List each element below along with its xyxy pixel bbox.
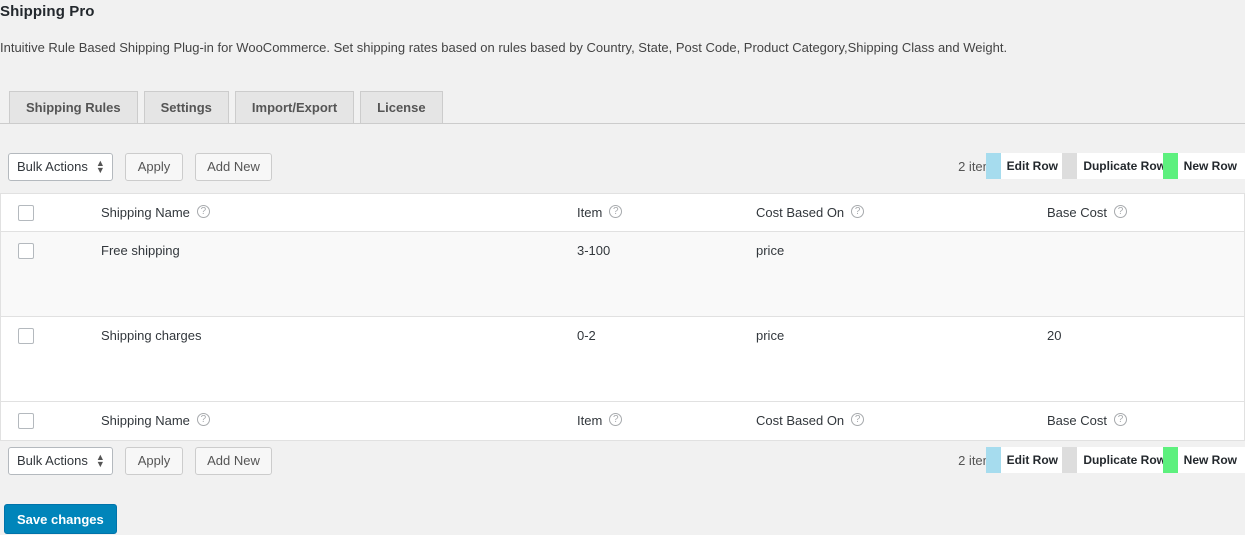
table-row[interactable]: Free shipping 3-100 price	[1, 232, 1244, 317]
duplicate-row-button-bottom[interactable]: Duplicate Row	[1062, 447, 1174, 473]
table-row[interactable]: Shipping charges 0-2 price 20	[1, 317, 1244, 402]
help-icon-cost-based-on[interactable]: ?	[851, 205, 865, 218]
help-icon-item-footer[interactable]: ?	[609, 413, 623, 426]
edit-row-color-swatch	[985, 153, 1001, 179]
cell-cost-based-on: price	[756, 328, 785, 343]
tab-bar: Shipping Rules Settings Import/Export Licen…	[0, 91, 1245, 124]
edit-row-button-bottom[interactable]: Edit Row	[985, 447, 1066, 473]
column-label: Item	[577, 205, 603, 220]
cell-item: 3-100	[577, 243, 611, 258]
duplicate-row-color-swatch	[1062, 447, 1078, 473]
shipping-rules-table: Shipping Name? Item? Cost Based On? Base…	[0, 193, 1245, 441]
column-label: Shipping Name	[101, 413, 190, 428]
shipping-pro-page: Shipping Pro Intuitive Rule Based Shippi…	[0, 0, 1245, 535]
help-icon-item[interactable]: ?	[609, 205, 623, 218]
duplicate-row-color-swatch	[1062, 153, 1078, 179]
column-header-base-cost: Base Cost?	[1047, 205, 1127, 221]
edit-row-color-swatch	[985, 447, 1001, 473]
table-header-row: Shipping Name? Item? Cost Based On? Base…	[1, 194, 1244, 232]
edit-row-label-top: Edit Row	[1006, 159, 1058, 173]
new-row-button-bottom[interactable]: New Row	[1162, 447, 1245, 473]
column-label: Shipping Name	[101, 205, 190, 220]
row-checkbox[interactable]	[18, 243, 34, 259]
cell-shipping-name: Shipping charges	[101, 328, 202, 343]
bulk-actions-label-top: Bulk Actions	[17, 159, 88, 174]
column-footer-item: Item?	[577, 413, 623, 429]
cell-cost-based-on: price	[756, 243, 785, 258]
tab-import-export[interactable]: Import/Export	[234, 91, 355, 123]
toolbar-top: Bulk Actions ▲ ▼ Apply Add New 2 items Ed…	[0, 150, 1245, 184]
row-checkbox[interactable]	[18, 328, 34, 344]
duplicate-row-label-bottom: Duplicate Row	[1083, 453, 1166, 467]
column-header-cost-based-on: Cost Based On?	[756, 205, 865, 221]
apply-button-top[interactable]: Apply	[125, 153, 183, 181]
table-footer-row: Shipping Name? Item? Cost Based On? Base…	[1, 402, 1244, 440]
column-label: Cost Based On	[756, 205, 845, 220]
select-arrows-icon: ▲ ▼	[95, 158, 105, 175]
new-row-color-swatch	[1162, 447, 1178, 473]
column-label: Item	[577, 413, 603, 428]
select-arrows-icon: ▲ ▼	[95, 452, 105, 469]
duplicate-row-label-top: Duplicate Row	[1083, 159, 1166, 173]
help-icon-base-cost[interactable]: ?	[1113, 205, 1127, 218]
new-row-button-top[interactable]: New Row	[1162, 153, 1245, 179]
column-header-shipping-name: Shipping Name?	[101, 205, 210, 221]
column-label: Base Cost	[1047, 413, 1107, 428]
edit-row-button-top[interactable]: Edit Row	[985, 153, 1066, 179]
help-icon-shipping-name-footer[interactable]: ?	[196, 413, 210, 426]
duplicate-row-button-top[interactable]: Duplicate Row	[1062, 153, 1174, 179]
apply-button-bottom[interactable]: Apply	[125, 447, 183, 475]
add-new-button-top[interactable]: Add New	[195, 153, 272, 181]
page-title: Shipping Pro	[0, 3, 95, 20]
bulk-actions-select-top[interactable]: Bulk Actions ▲ ▼	[8, 153, 113, 181]
tab-shipping-rules[interactable]: Shipping Rules	[9, 91, 138, 123]
tab-settings[interactable]: Settings	[143, 91, 229, 123]
bulk-actions-select-bottom[interactable]: Bulk Actions ▲ ▼	[8, 447, 113, 475]
page-description: Intuitive Rule Based Shipping Plug-in fo…	[0, 40, 1008, 55]
new-row-label-top: New Row	[1183, 159, 1237, 173]
bulk-actions-label-bottom: Bulk Actions	[17, 453, 88, 468]
select-all-checkbox-top[interactable]	[18, 205, 34, 221]
column-footer-base-cost: Base Cost?	[1047, 413, 1127, 429]
help-icon-shipping-name[interactable]: ?	[196, 205, 210, 218]
column-footer-cost-based-on: Cost Based On?	[756, 413, 865, 429]
cell-shipping-name: Free shipping	[101, 243, 180, 258]
help-icon-cost-based-on-footer[interactable]: ?	[851, 413, 865, 426]
add-new-button-bottom[interactable]: Add New	[195, 447, 272, 475]
column-footer-shipping-name: Shipping Name?	[101, 413, 210, 429]
column-header-item: Item?	[577, 205, 623, 221]
column-label: Cost Based On	[756, 413, 845, 428]
new-row-color-swatch	[1162, 153, 1178, 179]
column-label: Base Cost	[1047, 205, 1107, 220]
help-icon-base-cost-footer[interactable]: ?	[1113, 413, 1127, 426]
edit-row-label-bottom: Edit Row	[1006, 453, 1058, 467]
tab-license[interactable]: License	[360, 91, 443, 123]
cell-base-cost: 20	[1047, 328, 1062, 343]
save-changes-button[interactable]: Save changes	[4, 504, 117, 534]
select-all-checkbox-bottom[interactable]	[18, 413, 34, 429]
cell-item: 0-2	[577, 328, 596, 343]
new-row-label-bottom: New Row	[1183, 453, 1237, 467]
toolbar-bottom: Bulk Actions ▲ ▼ Apply Add New 2 items Ed…	[0, 444, 1245, 478]
